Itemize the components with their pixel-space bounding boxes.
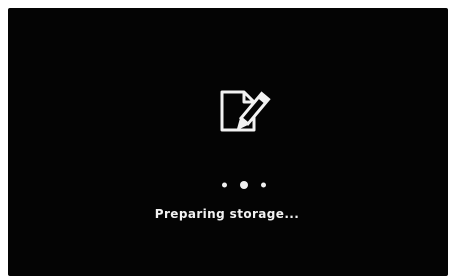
loading-dot-active xyxy=(240,181,248,189)
loading-dots xyxy=(218,178,270,192)
loading-screen xyxy=(8,8,448,276)
loading-dot xyxy=(261,182,266,188)
device-bezel: Preparing storage... xyxy=(0,0,454,279)
document-pencil-icon xyxy=(220,90,271,132)
loading-dot xyxy=(222,182,227,188)
storage-edit-icon xyxy=(214,86,278,140)
status-text: Preparing storage... xyxy=(154,207,300,221)
